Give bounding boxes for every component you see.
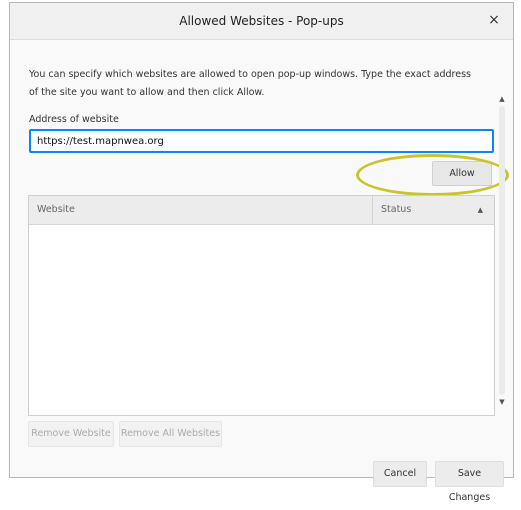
table-header: Website Status ▲ [29,196,494,225]
title-bar: Allowed Websites - Pop-ups × [10,3,513,40]
allow-button[interactable]: Allow [432,161,492,186]
status-header-label: Status [381,204,412,215]
dialog-content: You can specify which websites are allow… [10,40,513,503]
column-header-website[interactable]: Website [29,196,373,224]
allowed-websites-dialog: Allowed Websites - Pop-ups × You can spe… [9,2,514,503]
scroll-up-icon[interactable]: ▲ [495,92,509,106]
remove-website-button[interactable]: Remove Website [28,421,114,447]
column-header-status[interactable]: Status ▲ [373,196,493,224]
cancel-button[interactable]: Cancel [373,461,427,487]
dialog-title: Allowed Websites - Pop-ups [179,14,344,28]
description-text: You can specify which websites are allow… [29,69,471,98]
websites-table: Website Status ▲ [28,195,495,416]
sort-ascending-icon: ▲ [477,206,483,214]
content-scrollbar[interactable]: ▲ ▼ [495,92,509,409]
remove-all-websites-button[interactable]: Remove All Websites [119,421,222,447]
save-changes-button[interactable]: Save Changes [435,461,504,503]
website-address-input[interactable] [29,129,494,153]
scroll-down-icon[interactable]: ▼ [495,395,509,409]
address-label: Address of website [29,114,119,125]
scroll-track[interactable] [499,106,505,395]
close-icon[interactable]: × [483,9,505,31]
